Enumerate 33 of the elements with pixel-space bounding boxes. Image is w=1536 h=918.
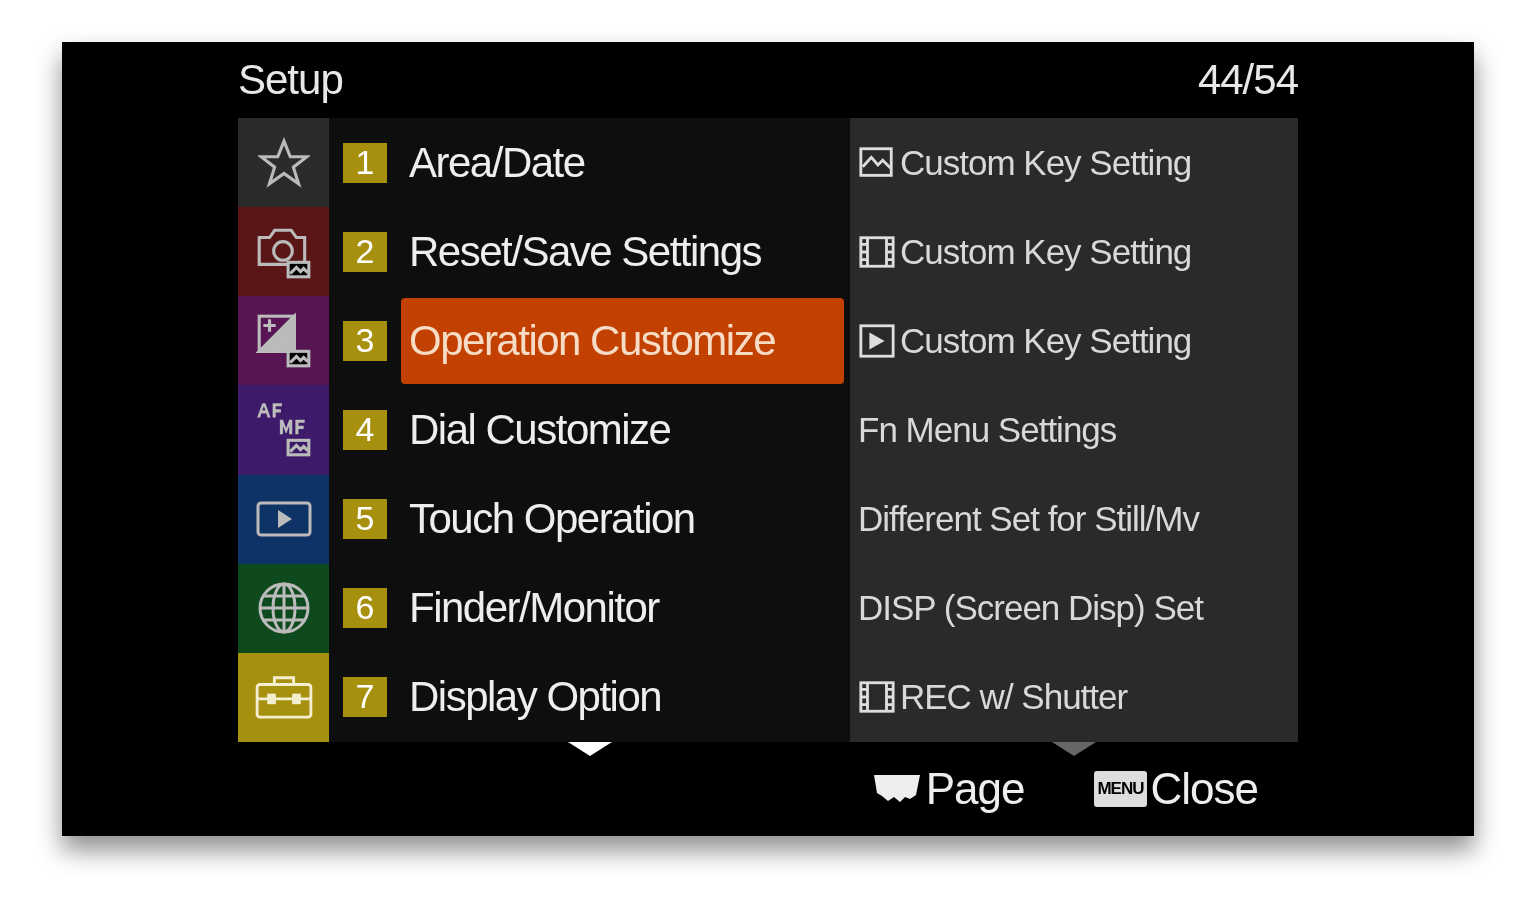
category-tab[interactable] [238, 563, 329, 653]
page-number: 2 [343, 231, 387, 272]
menu-page-item[interactable]: Operation Customize [401, 297, 844, 384]
playback-icon [858, 321, 896, 360]
menu-page-item[interactable]: Display Option [401, 653, 844, 740]
category-tab[interactable] [238, 474, 329, 564]
setting-item[interactable]: REC w/ Shutter [850, 652, 1298, 741]
category-tab[interactable] [238, 296, 329, 386]
setting-item[interactable]: Custom Key Setting [850, 207, 1298, 296]
page-number: 4 [343, 409, 387, 450]
menu-title: Setup [238, 56, 343, 104]
page-counter: 44/54 [1197, 56, 1298, 104]
setting-item[interactable]: Different Set for Still/Mv [850, 474, 1298, 563]
menu-page-item[interactable]: Area/Date [401, 119, 844, 206]
menu-page-item[interactable]: Touch Operation [401, 475, 844, 562]
menu-page-item[interactable]: Finder/Monitor [401, 564, 844, 651]
page-number: 3 [343, 320, 387, 361]
category-tab[interactable] [238, 118, 329, 208]
menu-page-item[interactable]: Dial Customize [401, 386, 844, 473]
setting-item[interactable]: Fn Menu Settings [850, 385, 1298, 474]
setting-item[interactable]: DISP (Screen Disp) Set [850, 563, 1298, 652]
page-number: 6 [343, 587, 387, 628]
page-number: 1 [343, 142, 387, 183]
page-number: 5 [343, 498, 387, 539]
category-tab[interactable] [238, 385, 329, 475]
menu-page-item[interactable]: Reset/Save Settings [401, 208, 844, 295]
menu-key-icon: MENU [1094, 771, 1147, 807]
star-icon [257, 136, 310, 189]
category-tab[interactable] [238, 207, 329, 297]
setting-item[interactable]: Custom Key Setting [850, 296, 1298, 385]
setting-item[interactable]: Custom Key Setting [850, 118, 1298, 207]
page-button[interactable]: Page [871, 764, 1025, 814]
page-number: 7 [343, 676, 387, 717]
